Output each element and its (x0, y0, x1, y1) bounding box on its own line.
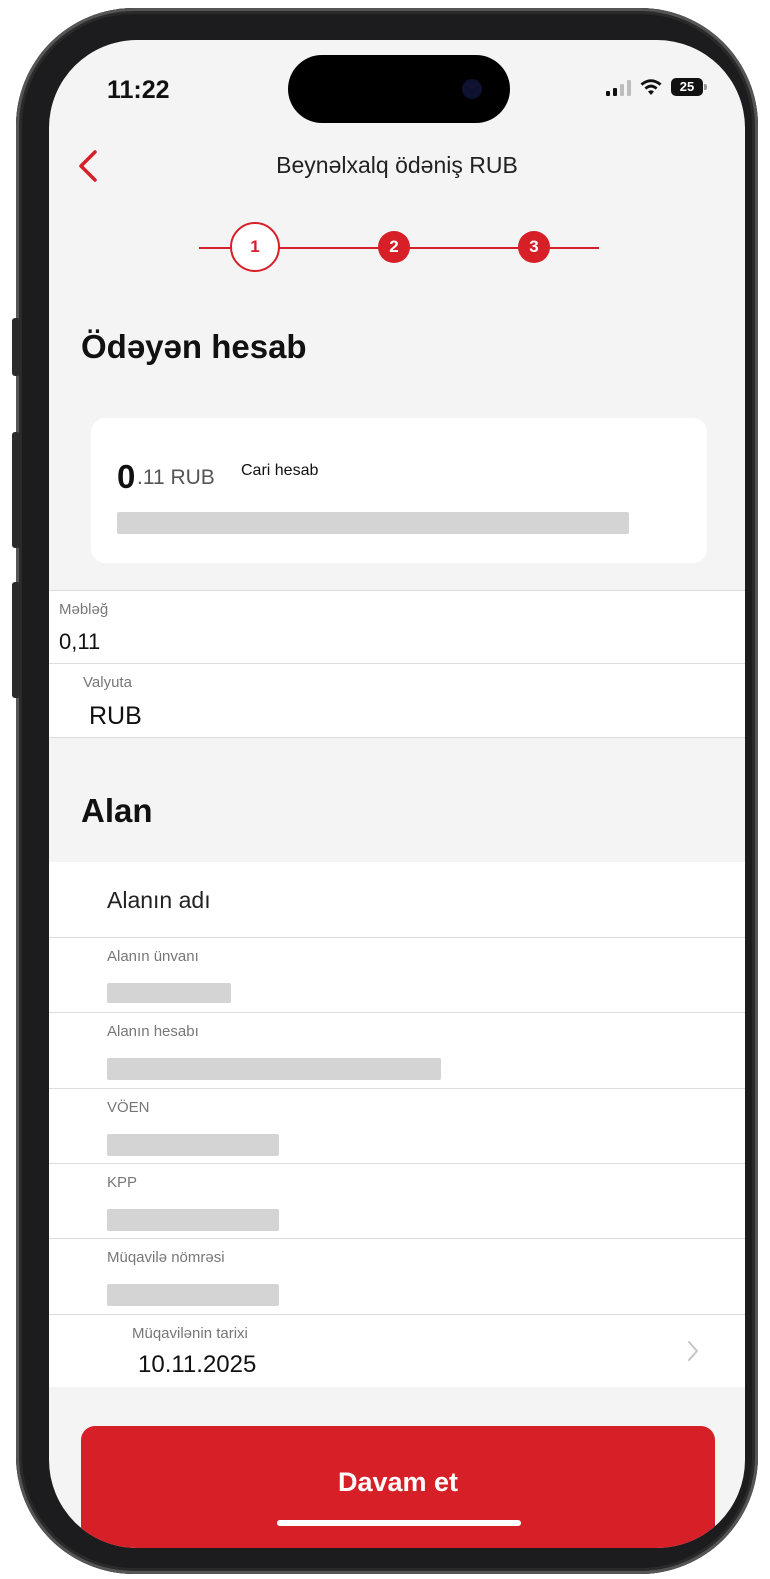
contract-date-field[interactable]: Müqavilənin tarixi 10.11.2025 (49, 1314, 745, 1388)
battery-icon: 25 (671, 78, 707, 96)
receiver-name-placeholder: Alanın adı (107, 887, 211, 913)
side-button (12, 432, 20, 548)
receiver-account-field[interactable]: Alanın hesabı (49, 1012, 745, 1089)
chevron-right-icon (688, 1341, 698, 1361)
voen-label: VÖEN (107, 1099, 150, 1116)
currency-field[interactable]: Valyuta RUB (49, 663, 745, 738)
receiver-name-field[interactable]: Alanın adı (49, 862, 745, 937)
currency-label: Valyuta (83, 674, 132, 691)
stepper: 1 2 3 (199, 222, 599, 272)
continue-button[interactable]: Davam et (81, 1426, 715, 1548)
signal-icon (606, 78, 631, 96)
payer-account-card[interactable]: 0 .11 RUB Cari hesab (91, 418, 707, 563)
payer-heading: Ödəyən hesab (81, 328, 307, 365)
dynamic-island (288, 55, 510, 123)
account-balance-integer: 0 (117, 458, 136, 495)
step-1: 1 (230, 222, 280, 272)
redacted-account (107, 1058, 441, 1080)
amount-value: 0,11 (59, 629, 101, 654)
side-button (12, 582, 20, 698)
receiver-address-label: Alanın ünvanı (107, 948, 199, 965)
redacted-kpp (107, 1209, 279, 1231)
contract-date-value: 10.11.2025 (138, 1351, 257, 1378)
wifi-icon (640, 79, 662, 95)
receiver-address-field[interactable]: Alanın ünvanı (49, 937, 745, 1013)
home-indicator (277, 1520, 521, 1526)
amount-field[interactable]: Məbləğ 0,11 (49, 590, 745, 664)
receiver-fields: Alanın adı Alanın ünvanı Alanın hesabı V… (49, 862, 745, 1387)
redacted-address (107, 983, 231, 1003)
camera-icon (462, 79, 482, 99)
voen-field[interactable]: VÖEN (49, 1088, 745, 1164)
step-3: 3 (518, 231, 550, 263)
page-title: Beynəlxalq ödəniş RUB (276, 152, 518, 178)
status-time: 11:22 (107, 76, 170, 104)
screen: 11:22 25 Beynəlxalq ödəniş RUB 1 2 3 Ödə… (49, 40, 745, 1548)
contract-date-label: Müqavilənin tarixi (132, 1325, 248, 1342)
step-2: 2 (378, 231, 410, 263)
status-icons: 25 (606, 78, 707, 96)
contract-number-label: Müqavilə nömrəsi (107, 1249, 225, 1266)
kpp-field[interactable]: KPP (49, 1163, 745, 1239)
account-type: Cari hesab (241, 462, 319, 479)
amount-label: Məbləğ (59, 601, 109, 618)
contract-number-field[interactable]: Müqavilə nömrəsi (49, 1238, 745, 1315)
account-balance-fraction: .11 RUB (137, 466, 215, 489)
currency-value: RUB (89, 702, 142, 730)
divider (49, 737, 745, 738)
redacted-contract-number (107, 1284, 279, 1306)
redacted-account-number (117, 512, 629, 534)
payer-fields: Məbləğ 0,11 Valyuta RUB (49, 590, 745, 738)
kpp-label: KPP (107, 1174, 138, 1191)
receiver-heading: Alan (81, 792, 153, 829)
receiver-account-label: Alanın hesabı (107, 1023, 199, 1040)
redacted-voen (107, 1134, 279, 1156)
side-button (12, 318, 20, 376)
